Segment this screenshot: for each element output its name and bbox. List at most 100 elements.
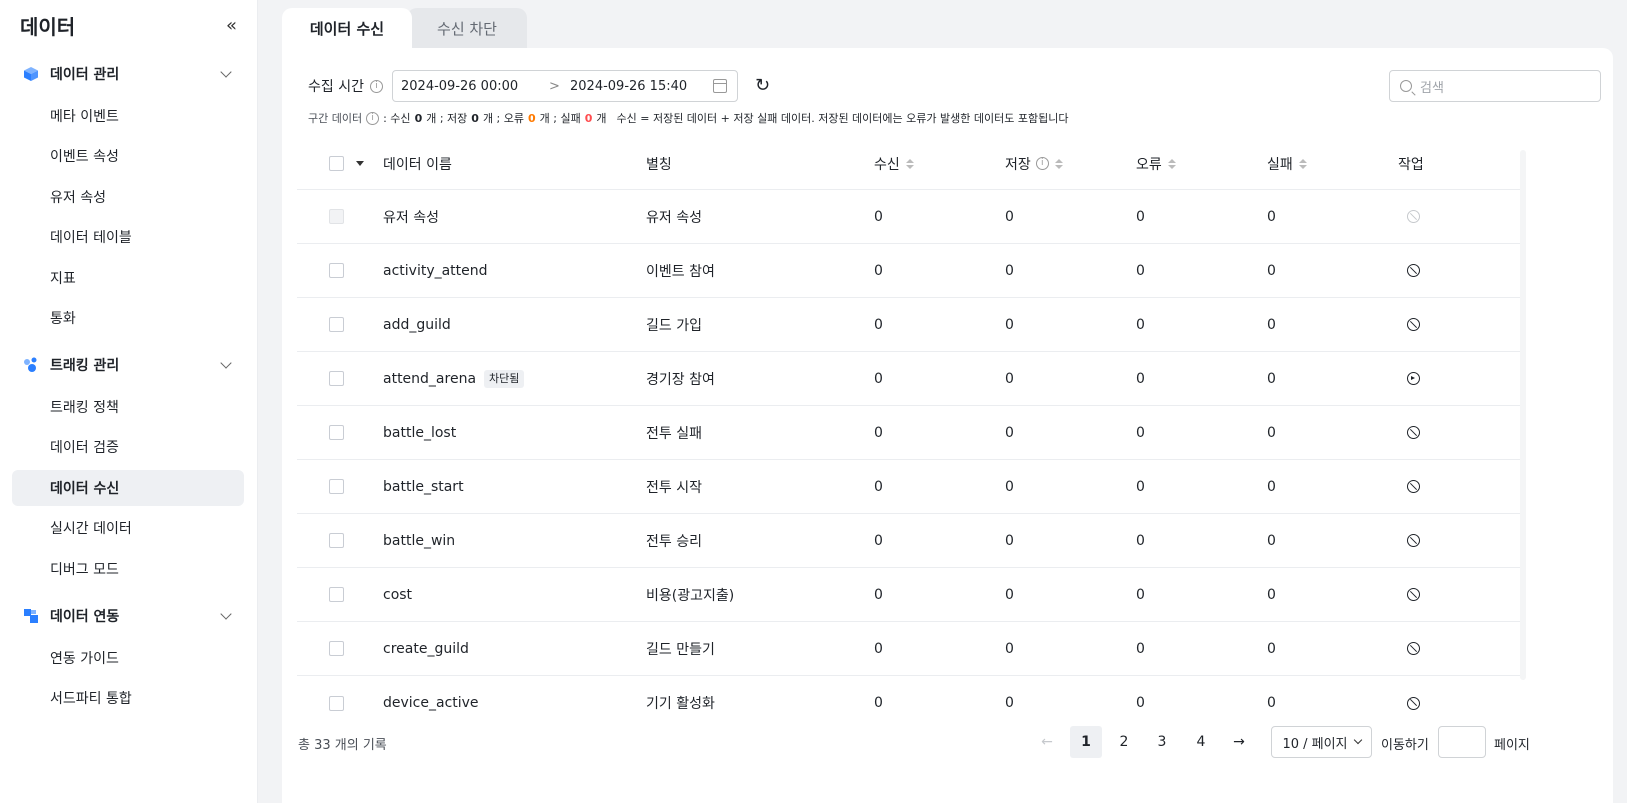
row-name: attend_arena: [383, 370, 477, 387]
page-button-1[interactable]: 1: [1070, 726, 1102, 758]
summary-received-label: : 수신: [383, 112, 411, 125]
row-checkbox[interactable]: [329, 695, 344, 711]
row-saved: 0: [1005, 532, 1014, 549]
play-icon[interactable]: [1406, 372, 1420, 385]
sidebar-group-label: 데이터 연동: [50, 609, 120, 625]
row-received: 0: [874, 424, 883, 441]
sidebar-item-event-property[interactable]: 이벤트 속성: [12, 138, 244, 174]
sort-icon[interactable]: [1167, 158, 1176, 169]
row-saved: 0: [1005, 262, 1014, 279]
select-all[interactable]: [329, 138, 364, 189]
sidebar-item-user-property[interactable]: 유저 속성: [12, 179, 244, 215]
main-panel: 수집 시간 i 2024-09-26 00:00 > 2024-09-26 15…: [282, 48, 1613, 803]
summary-failed-label: 개 ; 실패: [539, 112, 581, 125]
row-error: 0: [1136, 370, 1145, 387]
next-page-button[interactable]: →: [1223, 726, 1255, 758]
sort-icon[interactable]: [905, 158, 914, 169]
info-icon[interactable]: i: [366, 111, 380, 125]
sidebar: 데이터 « 데이터 관리 메타 이벤트 이벤트 속성 유저 속성 데이터 테이블…: [0, 0, 258, 803]
row-checkbox: [329, 209, 344, 224]
collapse-sidebar-icon[interactable]: «: [226, 15, 237, 36]
cube-icon: [22, 65, 40, 83]
sidebar-item-data-validation[interactable]: 데이터 검증: [12, 429, 244, 465]
tab-data-reception[interactable]: 데이터 수신: [282, 8, 412, 48]
sidebar-item-integration-guide[interactable]: 연동 가이드: [12, 640, 244, 676]
page-size-value: 10 / 페이지: [1282, 736, 1348, 752]
sort-icon[interactable]: [1054, 158, 1063, 169]
block-icon[interactable]: [1406, 318, 1420, 331]
block-icon[interactable]: [1406, 480, 1420, 493]
sidebar-item-debug-mode[interactable]: 디버그 모드: [12, 551, 244, 587]
collection-time-text: 수집 시간: [308, 79, 364, 95]
tab-block-reception[interactable]: 수신 차단: [407, 8, 527, 48]
select-all-checkbox[interactable]: [329, 156, 344, 171]
row-failed: 0: [1267, 316, 1276, 333]
sidebar-group-tracking-management[interactable]: 트래킹 관리: [12, 347, 244, 383]
filter-row: 수집 시간 i 2024-09-26 00:00 > 2024-09-26 15…: [282, 70, 1613, 102]
row-name: 유저 속성: [383, 209, 439, 226]
block-icon[interactable]: [1406, 588, 1420, 601]
sidebar-item-currency[interactable]: 통화: [12, 300, 244, 336]
column-header-saved[interactable]: 저장 i: [1005, 138, 1063, 189]
page-size-select[interactable]: 10 / 페이지: [1271, 726, 1372, 758]
prev-page-button[interactable]: ←: [1031, 726, 1063, 758]
column-header-received[interactable]: 수신: [874, 138, 914, 189]
row-alias: 유저 속성: [646, 209, 702, 226]
sidebar-item-tracking-policy[interactable]: 트래킹 정책: [12, 389, 244, 425]
date-range-picker[interactable]: 2024-09-26 00:00 > 2024-09-26 15:40: [392, 70, 738, 102]
sidebar-header: 데이터 «: [20, 10, 237, 40]
block-icon[interactable]: [1406, 642, 1420, 655]
row-checkbox[interactable]: [329, 371, 344, 386]
sort-icon[interactable]: [1298, 158, 1307, 169]
row-checkbox[interactable]: [329, 641, 344, 656]
goto-label: 이동하기: [1381, 738, 1429, 753]
sidebar-item-meta-event[interactable]: 메타 이벤트: [12, 98, 244, 134]
page-button-2[interactable]: 2: [1108, 726, 1140, 758]
block-icon[interactable]: [1406, 696, 1420, 710]
row-checkbox[interactable]: [329, 317, 344, 332]
range-end[interactable]: 2024-09-26 15:40: [570, 79, 687, 94]
row-alias: 비용(광고지출): [646, 587, 735, 604]
row-name-cell: attend_arena 차단됨: [383, 352, 525, 405]
sidebar-item-realtime-data[interactable]: 실시간 데이터: [12, 510, 244, 546]
info-icon[interactable]: i: [1035, 157, 1049, 170]
info-icon[interactable]: i: [369, 79, 383, 93]
row-alias: 경기장 참여: [646, 371, 715, 388]
chevron-down-icon: [220, 608, 232, 620]
table-row: attend_arena 차단됨 경기장 참여 0 0 0 0: [297, 352, 1522, 406]
row-failed: 0: [1267, 586, 1276, 603]
sidebar-item-third-party[interactable]: 서드파티 통합: [12, 680, 244, 716]
column-header-error[interactable]: 오류: [1136, 138, 1176, 189]
refresh-icon[interactable]: ↻: [755, 77, 770, 95]
row-received: 0: [874, 695, 883, 711]
chevron-down-icon: [220, 357, 232, 369]
sidebar-item-data-reception[interactable]: 데이터 수신: [12, 470, 244, 506]
sidebar-group-data-management[interactable]: 데이터 관리: [12, 56, 244, 92]
calendar-icon[interactable]: [713, 79, 727, 93]
search-input[interactable]: 검색: [1389, 70, 1601, 102]
row-checkbox[interactable]: [329, 479, 344, 494]
row-checkbox[interactable]: [329, 263, 344, 278]
table-row: battle_lost 전투 실패 0 0 0 0: [297, 406, 1522, 460]
row-name: add_guild: [383, 316, 451, 333]
sidebar-item-data-table[interactable]: 데이터 테이블: [12, 219, 244, 255]
page-button-3[interactable]: 3: [1146, 726, 1178, 758]
block-icon[interactable]: [1406, 426, 1420, 439]
block-icon[interactable]: [1406, 264, 1420, 277]
summary-label: 구간 데이터: [308, 112, 363, 125]
caret-down-icon[interactable]: [356, 161, 364, 166]
page-button-4[interactable]: 4: [1185, 726, 1217, 758]
row-received: 0: [874, 370, 883, 387]
row-saved: 0: [1005, 424, 1014, 441]
column-header-failed[interactable]: 실패: [1267, 138, 1307, 189]
table-scrollbar[interactable]: [1520, 150, 1526, 680]
row-checkbox[interactable]: [329, 587, 344, 602]
sidebar-item-metrics[interactable]: 지표: [12, 260, 244, 296]
range-start[interactable]: 2024-09-26 00:00: [401, 79, 518, 94]
block-icon[interactable]: [1406, 534, 1420, 547]
row-failed: 0: [1267, 424, 1276, 441]
goto-page-input[interactable]: [1438, 726, 1486, 758]
row-checkbox[interactable]: [329, 425, 344, 440]
row-checkbox[interactable]: [329, 533, 344, 548]
sidebar-group-data-integration[interactable]: 데이터 연동: [12, 598, 244, 634]
